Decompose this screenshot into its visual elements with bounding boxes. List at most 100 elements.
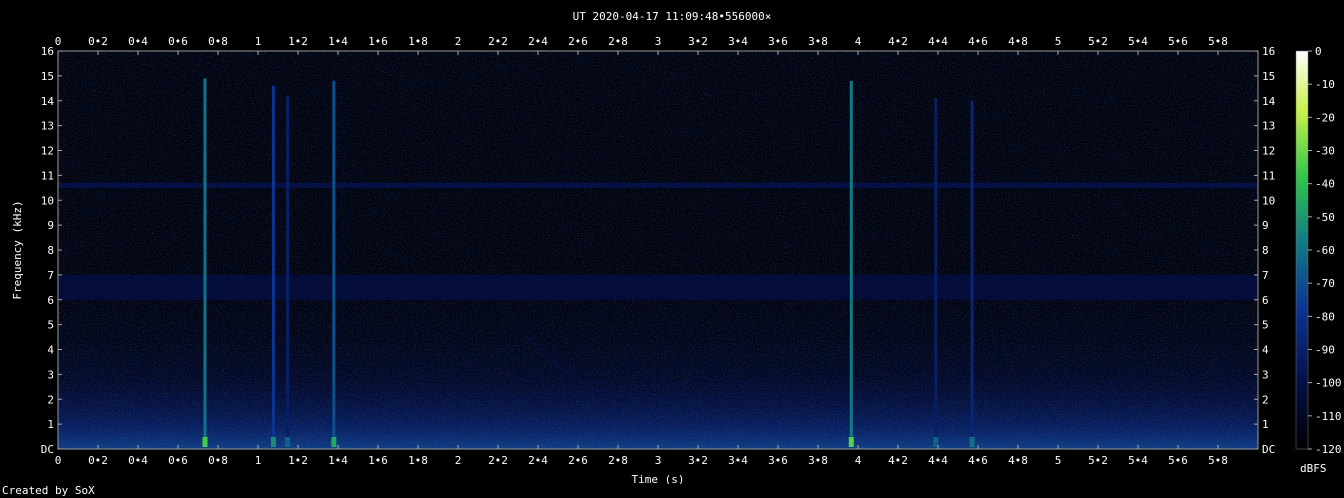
y-tick-label-right-11: 11 <box>1262 169 1275 182</box>
y-tick-label-right-8: 8 <box>1262 244 1269 257</box>
x-tick-label-top-3: 0•6 <box>168 35 188 48</box>
x-tick-label-top-22: 4•4 <box>928 35 948 48</box>
x-tick-label-bottom-23: 4•6 <box>968 454 988 467</box>
x-tick-label-top-21: 4•2 <box>888 35 908 48</box>
impulse-2 <box>286 95 290 448</box>
sox-credit: Created by SoX <box>2 484 95 497</box>
x-tick-label-bottom-5: 1 <box>255 454 262 467</box>
x-tick-label-top-15: 3 <box>655 35 662 48</box>
y-tick-label-left-12: 12 <box>41 145 54 158</box>
x-tick-label-top-24: 4•8 <box>1008 35 1028 48</box>
x-tick-label-bottom-1: 0•2 <box>88 454 108 467</box>
y-tick-label-right-4: 4 <box>1262 344 1269 357</box>
y-tick-label-right-1: 1 <box>1262 418 1269 431</box>
y-axis-label: Frequency (kHz) <box>11 200 24 299</box>
x-tick-label-bottom-18: 3•6 <box>768 454 788 467</box>
spectrogram-chart: UT 2020-04-17 11:09:48•556000× 0 0 0•2 0•2 0… <box>11 10 1342 484</box>
y-tick-label-left-16: 16 <box>41 45 54 58</box>
colorbar <box>1295 50 1309 450</box>
colorbar-tick-label-4: -40 <box>1315 178 1335 191</box>
x-tick-label-bottom-22: 4•4 <box>928 454 948 467</box>
x-tick-label-top-19: 3•8 <box>808 35 828 48</box>
plot-area <box>58 51 1258 449</box>
impulse-base-6 <box>969 437 975 447</box>
x-tick-label-bottom-21: 4•2 <box>888 454 908 467</box>
colorbar-tick-label-11: -110 <box>1315 410 1342 423</box>
colorbar-tick-label-0: 0 <box>1315 45 1322 58</box>
y-tick-label-left-4: 4 <box>47 344 54 357</box>
x-tick-label-bottom-29: 5•8 <box>1208 454 1228 467</box>
y-tick-label-left-8: 8 <box>47 244 54 257</box>
x-tick-label-bottom-28: 5•6 <box>1168 454 1188 467</box>
x-tick-label-top-6: 1•2 <box>288 35 308 48</box>
colorbar-tick-label-3: -30 <box>1315 145 1335 158</box>
x-tick-label-bottom-10: 2 <box>455 454 462 467</box>
colorbar-tick-label-8: -80 <box>1315 310 1335 323</box>
x-tick-label-top-8: 1•6 <box>368 35 388 48</box>
x-tick-label-top-11: 2•2 <box>488 35 508 48</box>
y-tick-label-right-12: 12 <box>1262 145 1275 158</box>
x-tick-label-bottom-20: 4 <box>855 454 862 467</box>
x-tick-label-top-2: 0•4 <box>128 35 148 48</box>
x-tick-label-top-5: 1 <box>255 35 262 48</box>
x-tick-label-top-10: 2 <box>455 35 462 48</box>
y-tick-label-right-6: 6 <box>1262 294 1269 307</box>
x-tick-label-top-9: 1•8 <box>408 35 428 48</box>
y-tick-label-left-9: 9 <box>47 219 54 232</box>
y-tick-label-left-7: 7 <box>47 269 54 282</box>
x-tick-label-top-13: 2•6 <box>568 35 588 48</box>
x-tick-label-top-18: 3•6 <box>768 35 788 48</box>
colorbar-tick-label-1: -10 <box>1315 78 1335 91</box>
y-tick-label-left-6: 6 <box>47 294 54 307</box>
y-tick-label-right-2: 2 <box>1262 393 1269 406</box>
colorbar-tick-label-6: -60 <box>1315 244 1335 257</box>
x-tick-label-top-12: 2•4 <box>528 35 548 48</box>
y-tick-label-right-16: 16 <box>1262 45 1275 58</box>
x-tick-label-bottom-26: 5•2 <box>1088 454 1108 467</box>
y-tick-label-right-10: 10 <box>1262 194 1275 207</box>
x-tick-label-bottom-25: 5 <box>1055 454 1062 467</box>
impulse-base-2 <box>285 437 291 447</box>
x-tick-label-top-17: 3•4 <box>728 35 748 48</box>
impulse-base-3 <box>331 437 337 447</box>
x-tick-label-bottom-2: 0•4 <box>128 454 148 467</box>
impulse-1 <box>271 85 275 447</box>
impulse-3 <box>332 80 336 447</box>
y-tick-label-right-0: DC <box>1262 443 1275 456</box>
band-0 <box>58 274 1258 300</box>
y-tick-label-right-9: 9 <box>1262 219 1269 232</box>
x-tick-label-top-7: 1•4 <box>328 35 348 48</box>
x-tick-label-top-20: 4 <box>855 35 862 48</box>
colorbar-label: dBFS <box>1300 462 1327 475</box>
x-tick-label-bottom-12: 2•4 <box>528 454 548 467</box>
chart-title: UT 2020-04-17 11:09:48•556000× <box>573 10 772 23</box>
colorbar-tick-label-5: -50 <box>1315 211 1335 224</box>
y-tick-label-right-14: 14 <box>1262 95 1276 108</box>
x-tick-label-bottom-13: 2•6 <box>568 454 588 467</box>
colorbar-tick-label-9: -90 <box>1315 344 1335 357</box>
x-tick-label-top-16: 3•2 <box>688 35 708 48</box>
x-tick-label-bottom-4: 0•8 <box>208 454 228 467</box>
y-tick-label-left-5: 5 <box>47 319 54 332</box>
x-tick-label-top-29: 5•8 <box>1208 35 1228 48</box>
y-tick-label-left-13: 13 <box>41 120 54 133</box>
y-tick-label-left-14: 14 <box>41 95 55 108</box>
x-tick-label-bottom-0: 0 <box>55 454 62 467</box>
x-tick-label-bottom-14: 2•8 <box>608 454 628 467</box>
x-tick-label-bottom-9: 1•8 <box>408 454 428 467</box>
x-tick-label-top-27: 5•4 <box>1128 35 1148 48</box>
x-tick-label-top-25: 5 <box>1055 35 1062 48</box>
x-tick-label-top-28: 5•6 <box>1168 35 1188 48</box>
x-tick-label-bottom-16: 3•2 <box>688 454 708 467</box>
x-tick-label-top-4: 0•8 <box>208 35 228 48</box>
colorbar-tick-label-12: -120 <box>1315 443 1342 456</box>
impulse-5 <box>934 98 938 447</box>
x-tick-label-bottom-27: 5•4 <box>1128 454 1148 467</box>
x-tick-label-top-23: 4•6 <box>968 35 988 48</box>
y-tick-label-left-3: 3 <box>47 368 54 381</box>
y-tick-label-right-7: 7 <box>1262 269 1269 282</box>
impulse-4 <box>849 80 853 447</box>
y-tick-label-left-0: DC <box>41 443 54 456</box>
y-tick-label-left-15: 15 <box>41 70 54 83</box>
x-tick-label-bottom-7: 1•4 <box>328 454 348 467</box>
